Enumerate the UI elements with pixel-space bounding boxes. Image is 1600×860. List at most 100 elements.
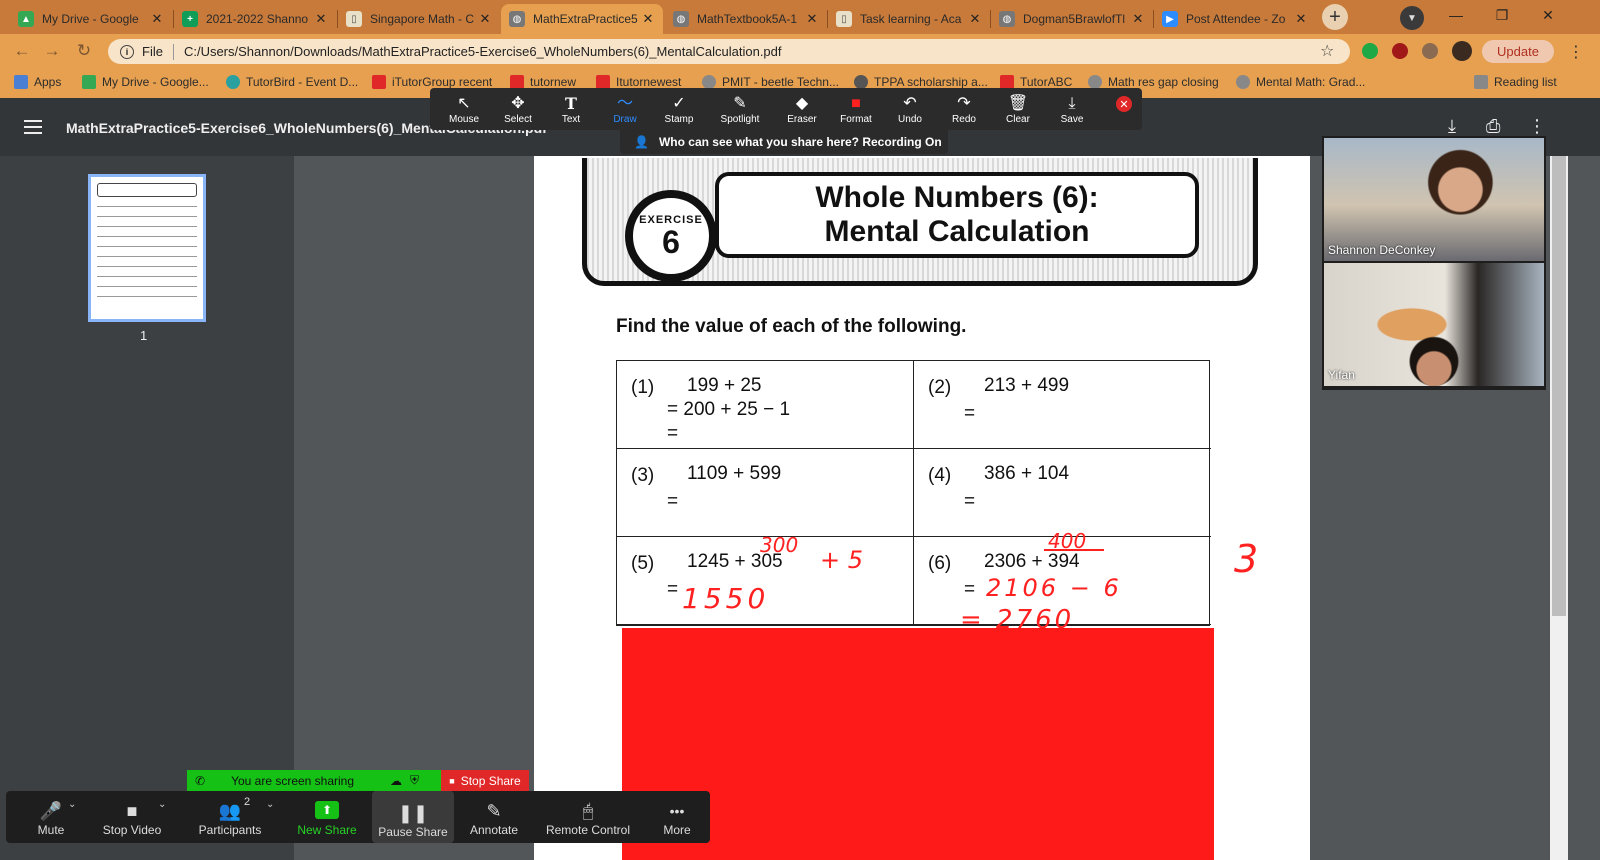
chevron-up-icon[interactable]: ⌄ [158,799,166,810]
bookmark-tppa[interactable]: TPPA scholarship a... [854,75,988,89]
page-thumbnail[interactable] [88,174,206,322]
problem-expression: 199 + 25 [687,375,762,396]
tab-title: Task learning - Aca [860,12,962,26]
minimize-button[interactable]: — [1434,0,1478,30]
bookmark-label: tutornew [530,75,577,89]
tool-select[interactable]: ✥ Select [493,94,543,125]
new-share-button[interactable]: ⬆ New Share [292,795,362,841]
tool-save[interactable]: ⤓ Save [1047,94,1097,125]
close-icon[interactable]: ✕ [478,11,492,27]
tab-my-drive[interactable]: ▲ My Drive - Google ✕ [10,4,172,34]
close-icon[interactable]: ✕ [805,11,819,27]
problem-cell: (4) 386 + 104 = [914,449,1211,537]
exercise-badge: EXERCISE 6 [625,190,717,282]
close-icon[interactable]: ✕ [968,11,982,27]
url-field[interactable]: i File C:/Users/Shannon/Downloads/MathEx… [108,39,1350,64]
tool-spotlight[interactable]: ✎ Spotlight [715,94,765,125]
more-button[interactable]: ••• More [652,795,702,841]
problem-cell: (1) 199 + 25 = 200 + 25 − 1 = [617,361,914,449]
tab-post-attendee[interactable]: ▶ Post Attendee - Zo ✕ [1154,4,1316,34]
extension-icon[interactable] [1362,43,1378,59]
tool-draw[interactable]: 〜 Draw [600,94,650,125]
stop-share-button[interactable]: ■ Stop Share [441,770,529,791]
chevron-up-icon[interactable]: ⌄ [266,799,274,810]
share-notice-text: Who can see what you share here? Recordi… [658,135,942,149]
arrow-left-icon: ← [13,41,31,60]
screen-sharing-indicator[interactable]: ✆ You are screen sharing ☁ ⛨ [187,770,441,791]
spotlight-icon: ✎ [733,95,747,112]
participants-button[interactable]: 👥 Participants [194,795,266,841]
tab-spreadsheet[interactable]: + 2021-2022 Shanno ✕ [174,4,336,34]
bookmark-label: TutorBird - Event D... [246,75,359,89]
bookmark-tutorbird[interactable]: TutorBird - Event D... [226,75,358,89]
tool-clear[interactable]: 🗑 Clear [993,94,1043,125]
forward-button[interactable]: → [42,41,62,61]
tool-stamp[interactable]: ✓ Stamp [654,94,704,125]
reading-list[interactable]: Reading list [1474,75,1557,89]
more-vertical-icon[interactable]: ⋮ [1528,116,1546,137]
zoom-meeting-controls: 🎤 Mute ⌄ ■ Stop Video ⌄ 👥 Participants 2… [6,791,710,843]
tool-mouse[interactable]: ↖ Mouse [439,94,489,125]
button-label: Mute [37,823,65,837]
pause-share-button[interactable]: ❚❚ Pause Share [372,791,454,843]
download-icon[interactable]: ⤓ [1448,116,1456,137]
tab-dogman[interactable]: ◍ Dogman5BrawlofTl ✕ [991,4,1153,34]
button-label: Participants [198,823,262,837]
bookmark-star-icon[interactable]: ☆ [1320,41,1334,61]
scrollbar-thumb[interactable] [1552,156,1566,616]
tool-text[interactable]: T Text [546,94,596,125]
url-scheme: File [142,44,163,59]
print-icon[interactable]: ⎙ [1486,116,1500,137]
profile-avatar[interactable] [1452,41,1472,61]
share-visibility-notice[interactable]: 👤 Who can see what you share here? Recor… [620,130,948,154]
tab-math-textbook[interactable]: ◍ MathTextbook5A-1 ✕ [665,4,827,34]
bookmark-tutorabc[interactable]: TutorABC [1000,75,1072,89]
new-tab-button[interactable]: + [1322,4,1348,30]
badge-number: 6 [662,224,680,260]
tutorbird-icon [226,75,240,89]
video-tile[interactable]: Shannon DeConkey [1324,138,1544,261]
close-icon[interactable]: ✕ [641,11,655,27]
close-annotation-button[interactable]: ✕ [1116,96,1132,112]
zoom-icon: ▶ [1162,11,1178,27]
bookmark-tutornew[interactable]: tutornew [510,75,576,89]
more-vertical-icon[interactable]: ⋮ [1568,42,1584,62]
close-icon[interactable]: ✕ [150,11,164,27]
tool-undo[interactable]: ↶ Undo [885,94,935,125]
restore-button[interactable]: ❐ [1480,0,1524,30]
tool-redo[interactable]: ↷ Redo [939,94,989,125]
annotate-button[interactable]: ✎ Annotate [462,795,526,841]
google-drive-icon: ▲ [18,11,34,27]
bookmark-mental-math[interactable]: Mental Math: Grad... [1236,75,1365,89]
bookmark-apps[interactable]: Apps [14,75,61,89]
remote-control-button[interactable]: 🖱 Remote Control [542,795,634,841]
tab-math-extra-practice[interactable]: ◍ MathExtraPractice5 ✕ [501,4,663,34]
problem-number: (5) [631,553,655,574]
button-label: New Share [297,823,357,837]
bookmark-math-res[interactable]: Math res gap closing [1088,75,1219,89]
video-tile[interactable]: Yifan [1324,263,1544,386]
close-window-button[interactable]: ✕ [1526,0,1570,30]
tool-eraser[interactable]: ◆ Eraser [777,94,827,125]
tab-task-learning[interactable]: ▯ Task learning - Aca ✕ [828,4,990,34]
bookmark-itutorgroup[interactable]: iTutorGroup recent [372,75,492,89]
tab-singapore-math[interactable]: ▯ Singapore Math - C ✕ [338,4,500,34]
bookmark-pmit[interactable]: PMIT - beetle Techn... [702,75,839,89]
bookmark-my-drive[interactable]: My Drive - Google... [82,75,209,89]
chevron-up-icon[interactable]: ⌄ [68,799,76,810]
menu-icon[interactable] [24,120,42,138]
ublock-icon[interactable] [1392,43,1408,59]
close-icon[interactable]: ✕ [314,11,328,27]
close-icon[interactable]: ✕ [1131,11,1145,27]
info-icon[interactable]: i [120,44,134,59]
itutor-icon [372,75,386,89]
bookmark-itutornewest[interactable]: Itutornewest [596,75,681,89]
close-icon[interactable]: ✕ [1294,11,1308,27]
tool-format[interactable]: ■ Format [831,94,881,125]
reload-button[interactable]: ↻ [74,41,94,61]
title-line-1: Whole Numbers (6): [815,181,1099,214]
update-button[interactable]: Update [1482,40,1554,63]
back-button[interactable]: ← [12,41,32,61]
puzzle-icon[interactable] [1422,43,1438,59]
tab-search-button[interactable]: ▼ [1400,6,1424,30]
